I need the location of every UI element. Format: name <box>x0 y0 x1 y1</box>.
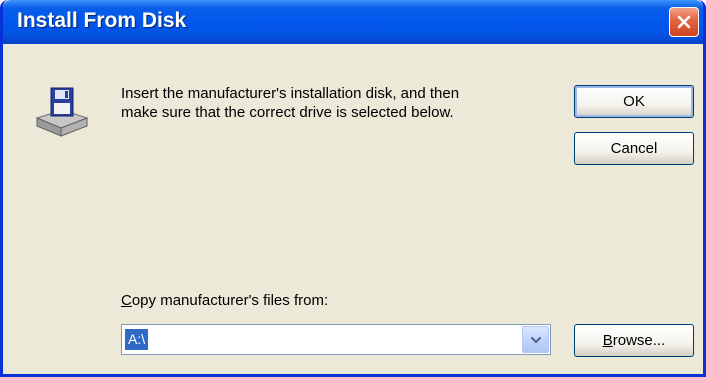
dialog-body: Insert the manufacturer's installation d… <box>3 44 703 374</box>
title-bar[interactable]: Install From Disk <box>3 0 703 44</box>
floppy-drive-icon <box>35 87 89 137</box>
window-title: Install From Disk <box>17 9 187 32</box>
copy-from-combobox[interactable]: A:\ <box>121 324 551 355</box>
close-icon <box>677 15 691 29</box>
browse-mnemonic: B <box>602 332 613 349</box>
instruction-text: Insert the manufacturer's installation d… <box>121 84 561 122</box>
instruction-line-1: Insert the manufacturer's installation d… <box>121 85 460 102</box>
copy-from-label-text: opy manufacturer's files from: <box>131 292 329 309</box>
chevron-down-icon <box>530 336 541 343</box>
copy-from-value[interactable]: A:\ <box>125 329 149 350</box>
browse-label: rowse... <box>612 332 666 349</box>
ok-button[interactable]: OK <box>574 85 694 118</box>
copy-from-label-mnemonic: C <box>121 292 132 309</box>
copy-from-label: Copy manufacturer's files from: <box>121 292 328 309</box>
close-button[interactable] <box>669 7 699 37</box>
cancel-button[interactable]: Cancel <box>574 132 694 165</box>
install-from-disk-dialog: Install From Disk Insert the manufacture… <box>0 0 706 377</box>
dropdown-button[interactable] <box>522 326 549 353</box>
instruction-line-2: make sure that the correct drive is sele… <box>121 104 454 121</box>
browse-button[interactable]: Browse... <box>574 324 694 357</box>
